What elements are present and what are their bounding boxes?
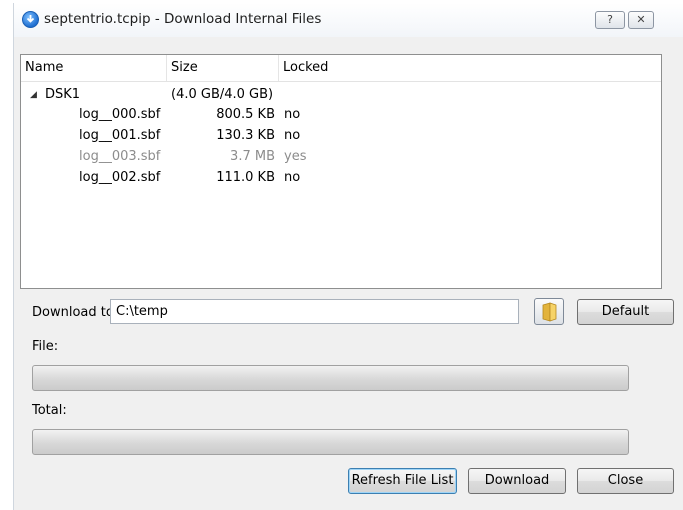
file-label: File: (32, 339, 59, 354)
download-app-icon (22, 11, 39, 28)
file-locked: no (284, 107, 301, 122)
file-name: log__001.sbf (79, 128, 161, 143)
column-header-locked[interactable]: Locked (279, 55, 399, 81)
close-button[interactable]: Close (577, 468, 674, 494)
total-progress-bar (32, 429, 629, 455)
file-size: 800.5 KB (216, 107, 275, 122)
title-bar: septentrio.tcpip - Download Internal Fil… (14, 3, 683, 37)
file-size: 3.7 MB (230, 149, 275, 164)
column-header-size[interactable]: Size (167, 55, 279, 81)
file-size: 111.0 KB (216, 170, 275, 185)
file-row[interactable]: log__000.sbf 800.5 KB no (21, 105, 661, 125)
download-path-input[interactable]: C:\temp (110, 299, 519, 324)
column-header-name[interactable]: Name (21, 55, 167, 81)
file-locked: no (284, 128, 301, 143)
file-locked: no (284, 170, 301, 185)
file-tree[interactable]: Name Size Locked ◢ DSK1 (4.0 GB/4.0 GB) … (20, 54, 662, 289)
expand-triangle-icon[interactable]: ◢ (30, 85, 37, 105)
help-button[interactable]: ? (595, 11, 625, 29)
close-window-button[interactable]: ✕ (628, 11, 654, 29)
tree-header: Name Size Locked (21, 55, 661, 82)
download-button[interactable]: Download (468, 468, 566, 494)
file-progress-bar (32, 365, 629, 391)
download-to-label: Download to: (32, 305, 119, 320)
file-row[interactable]: log__003.sbf 3.7 MB yes (21, 147, 661, 167)
refresh-file-list-button[interactable]: Refresh File List (348, 468, 457, 494)
file-name: log__000.sbf (79, 107, 161, 122)
file-name: log__002.sbf (79, 170, 161, 185)
file-name: log__003.sbf (79, 149, 161, 164)
window-title: septentrio.tcpip - Download Internal Fil… (44, 11, 322, 27)
file-row[interactable]: log__002.sbf 111.0 KB no (21, 168, 661, 188)
file-size: 130.3 KB (216, 128, 275, 143)
drive-size: (4.0 GB/4.0 GB) (171, 87, 274, 102)
folder-icon (542, 302, 557, 322)
tree-row-drive[interactable]: ◢ DSK1 (4.0 GB/4.0 GB) (21, 85, 661, 105)
default-button[interactable]: Default (577, 299, 674, 325)
total-label: Total: (32, 403, 67, 418)
browse-folder-button[interactable] (534, 298, 564, 325)
file-row[interactable]: log__001.sbf 130.3 KB no (21, 126, 661, 146)
file-locked: yes (284, 149, 307, 164)
drive-name: DSK1 (45, 87, 81, 102)
